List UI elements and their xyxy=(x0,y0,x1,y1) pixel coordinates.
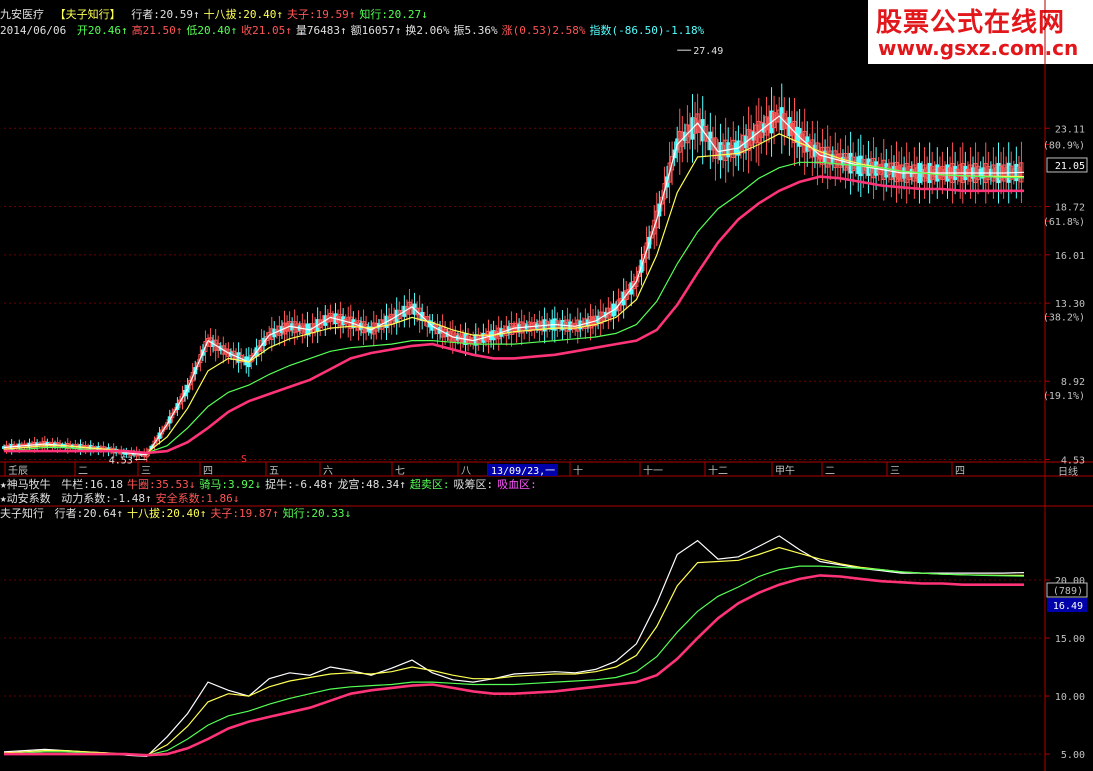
indicator1-value-1: 牛圈:35.53↓ xyxy=(127,478,196,491)
period-label: 日线 xyxy=(1058,465,1078,478)
lower-series-line-4 xyxy=(4,574,1024,757)
indicator1-value-2: 骑马:3.92↓ xyxy=(199,478,262,491)
indicator2-bar: ★动安系数 动力系数:-1.48↑ 安全系数:1.86↓ xyxy=(0,492,247,506)
time-axis-label: 三 xyxy=(141,466,151,477)
indicator2-values: 动力系数:-1.48↑ 安全系数:1.86↓ xyxy=(61,492,243,505)
indicator2-title[interactable]: ★动安系数 xyxy=(0,492,51,505)
indicator3-bar: 夫子知行 行者:20.64↑ 十八拔:20.40↑ 夫子:19.87↑ 知行:20.3… xyxy=(0,507,359,521)
high-marker-label: 27.49 xyxy=(693,46,723,57)
indicator2-value-1: 安全系数:1.86↓ xyxy=(155,492,240,505)
time-axis-label: 五 xyxy=(269,466,279,477)
indicator2-value-0: 动力系数:-1.48↑ xyxy=(61,492,152,505)
indicator1-value-5: 超卖区: xyxy=(409,478,450,491)
s-signal-marker: S xyxy=(241,454,247,465)
main-axis-label: (61.8%) xyxy=(1043,217,1085,228)
indicator3-value-1: 十八拔:20.40↑ xyxy=(126,507,207,520)
time-axis-label: 四 xyxy=(203,466,213,477)
lower-axis-label: 15.00 xyxy=(1055,634,1085,645)
current-price-label: 21.05 xyxy=(1055,161,1085,172)
lower-box-1-label: (789) xyxy=(1053,586,1083,597)
indicator3-value-0: 行者:20.64↑ xyxy=(54,507,123,520)
indicator1-value-0: 牛栏:16.18 xyxy=(61,478,123,491)
main-series-line-4 xyxy=(4,175,1024,455)
indicator1-bar: ★神马牧牛 牛栏:16.18 牛圈:35.53↓ 骑马:3.92↓ 捉牛:-6.48↑… xyxy=(0,478,545,492)
indicator3-title[interactable]: 夫子知行 xyxy=(0,507,44,520)
indicator3-value-2: 夫子:19.87↑ xyxy=(210,507,279,520)
time-axis-label: 七 xyxy=(395,465,405,477)
main-axis-label: 16.01 xyxy=(1055,251,1085,262)
low-marker-label: 4.53 xyxy=(109,455,133,466)
indicator1-value-7: 吸血区: xyxy=(497,478,537,491)
main-axis-label: (80.9%) xyxy=(1043,140,1085,151)
time-axis-label: 甲午 xyxy=(775,464,795,477)
lower-series-line-2 xyxy=(3,546,1025,756)
lower-series-line-3 xyxy=(3,565,1025,756)
indicator3-value-3: 知行:20.33↓ xyxy=(282,507,352,520)
lower-box-2-label: 16.49 xyxy=(1053,601,1083,612)
main-axis-label: 8.92 xyxy=(1061,377,1085,388)
indicator1-values: 牛栏:16.18 牛圈:35.53↓ 骑马:3.92↓ 捉牛:-6.48↑ 龙宫:48.… xyxy=(61,478,540,491)
indicator1-value-6: 吸筹区: xyxy=(453,478,494,491)
main-axis-label: (38.2%) xyxy=(1043,313,1085,324)
time-axis-label: 二 xyxy=(78,466,88,477)
time-axis-label: 壬辰 xyxy=(8,465,28,477)
indicator1-value-4: 龙宫:48.34↑ xyxy=(337,478,406,491)
indicator1-title[interactable]: ★神马牧牛 xyxy=(0,478,51,491)
time-axis-label: 八 xyxy=(461,466,471,477)
lower-axis-label: 5.00 xyxy=(1061,750,1085,761)
main-series-line-3 xyxy=(3,161,1025,454)
time-axis-label: 三 xyxy=(890,466,900,477)
main-axis-label: 23.11 xyxy=(1055,124,1085,135)
time-axis-label: 六 xyxy=(323,465,333,477)
main-axis-label: 4.53 xyxy=(1061,455,1085,466)
time-axis-label: 十 xyxy=(573,464,583,477)
time-axis-label: 十一 xyxy=(643,464,663,477)
lower-axis-label: 10.00 xyxy=(1055,692,1085,703)
time-axis-label: 四 xyxy=(955,466,965,477)
time-axis-label: 13/09/23,一 xyxy=(491,466,555,477)
indicator1-value-3: 捉牛:-6.48↑ xyxy=(265,478,334,491)
indicator3-values: 行者:20.64↑ 十八拔:20.40↑ 夫子:19.87↑ 知行:20.33↓ xyxy=(55,507,355,520)
main-axis-label: 13.30 xyxy=(1055,299,1085,310)
time-axis-label: 十二 xyxy=(708,464,728,477)
time-axis-label: 二 xyxy=(825,466,835,477)
main-axis-label: 18.72 xyxy=(1055,203,1085,214)
stock-chart[interactable]: 23.11 (80.9%) 18.72 (61.8%) 16.01 13.30 (38.2%… xyxy=(0,0,1093,771)
main-axis-label: (19.1%) xyxy=(1043,391,1085,402)
